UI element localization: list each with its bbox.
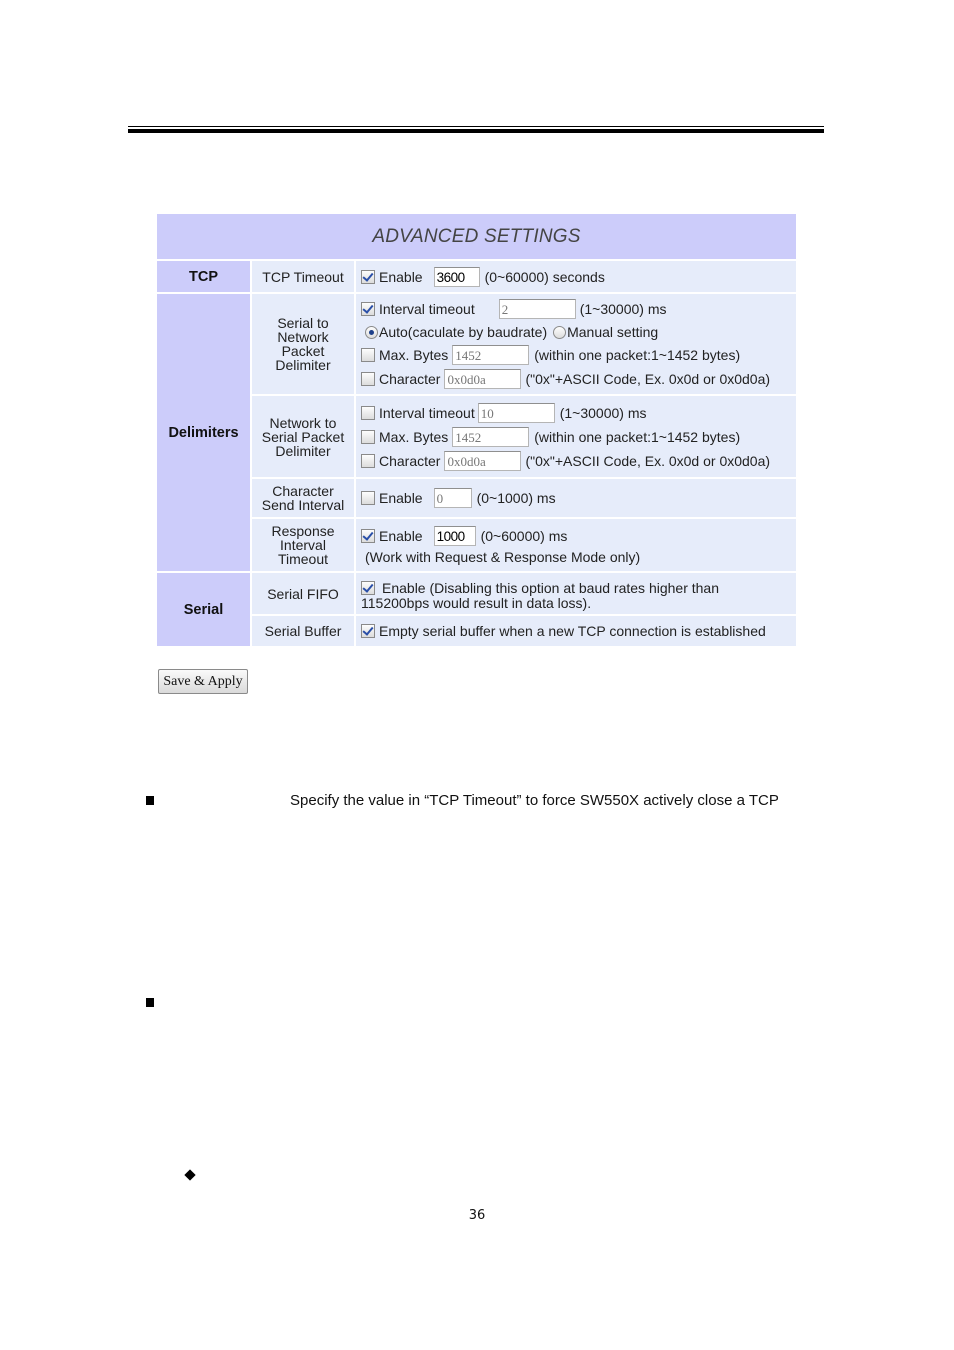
label-line: Send Interval	[261, 497, 345, 513]
n2s-character-checkbox[interactable]	[361, 453, 375, 468]
tcp-timeout-label: TCP Timeout	[252, 261, 354, 292]
tcp-timeout-enable-label: Enable	[379, 268, 423, 285]
label-line: Delimiter	[275, 357, 331, 373]
n2s-max-bytes-input[interactable]: 1452	[452, 426, 530, 447]
response-interval-enable-label: Enable	[379, 528, 423, 544]
network-to-serial-cell: Interval timeout 10 (1~30000) ms Max. By…	[356, 396, 796, 477]
n2s-max-bytes-checkbox[interactable]	[361, 429, 375, 444]
serial-to-network-cell: Interval timeout 2 (1~30000) ms Auto(cac…	[356, 294, 796, 394]
square-bullet-icon	[146, 998, 154, 1007]
serial-fifo-checkbox[interactable]	[361, 580, 375, 595]
s2n-manual-label: Manual setting	[567, 324, 659, 340]
label-line: Packet	[281, 343, 325, 359]
s2n-max-bytes-input[interactable]: 1452	[452, 345, 530, 365]
response-interval-cell: Enable 1000 (0~60000) ms (Work with Requ…	[356, 519, 796, 571]
label-line: Delimiter	[275, 442, 331, 459]
label-line: Serial Packet	[261, 428, 345, 445]
s2n-interval-timeout-checkbox[interactable]	[361, 302, 375, 316]
s2n-character-hint: ("0x"+ASCII Code, Ex. 0x0d or 0x0d0a)	[525, 371, 771, 387]
n2s-interval-timeout-label: Interval timeout	[379, 404, 475, 421]
panel-title: ADVANCED SETTINGS	[157, 214, 796, 259]
serial-buffer-cell: Empty serial buffer when a new TCP conne…	[356, 616, 796, 646]
s2n-manual-radio[interactable]	[553, 325, 567, 339]
s2n-max-bytes-checkbox[interactable]	[361, 348, 375, 362]
square-bullet-icon	[146, 796, 154, 805]
serial-buffer-text: Empty serial buffer when a new TCP conne…	[379, 623, 766, 639]
serial-to-network-label: Serial to Network Packet Delimiter	[252, 294, 354, 394]
header-rule-thick	[128, 129, 824, 133]
tcp-timeout-enable-checkbox[interactable]	[361, 269, 375, 284]
char-send-interval-enable-label: Enable	[379, 490, 423, 506]
char-send-interval-input[interactable]: 0	[433, 488, 472, 508]
label-line: Serial to	[277, 315, 329, 331]
tcp-timeout-cell: Enable 3600 (0~60000) seconds	[356, 261, 796, 292]
n2s-max-bytes-label: Max. Bytes	[379, 428, 449, 445]
save-apply-button[interactable]: Save & Apply	[158, 669, 248, 694]
s2n-auto-label: Auto(caculate by baudrate)	[379, 324, 548, 340]
s2n-interval-timeout-range: (1~30000) ms	[579, 301, 667, 317]
s2n-auto-radio[interactable]	[365, 325, 378, 339]
serial-fifo-label: Serial FIFO	[252, 573, 354, 614]
page-number: 36	[468, 1208, 486, 1223]
n2s-interval-timeout-input[interactable]: 10	[477, 402, 555, 423]
n2s-max-bytes-hint: (within one packet:1~1452 bytes)	[534, 428, 741, 445]
s2n-max-bytes-label: Max. Bytes	[379, 347, 449, 363]
s2n-max-bytes-hint: (within one packet:1~1452 bytes)	[534, 347, 741, 363]
response-interval-note: (Work with Request & Response Mode only)	[365, 548, 641, 565]
serial-fifo-text-line2: 115200bps would result in data loss).	[361, 594, 592, 611]
label-line: Network	[277, 329, 329, 345]
response-interval-checkbox[interactable]	[361, 529, 375, 543]
n2s-interval-timeout-checkbox[interactable]	[361, 405, 375, 420]
n2s-character-input[interactable]: 0x0d0a	[444, 450, 522, 471]
advanced-settings-table: ADVANCED SETTINGS TCP TCP Timeout Enable…	[155, 212, 798, 648]
n2s-character-hint: ("0x"+ASCII Code, Ex. 0x0d or 0x0d0a)	[525, 452, 771, 469]
s2n-character-checkbox[interactable]	[361, 372, 375, 386]
serial-fifo-cell: Enable (Disabling this option at baud ra…	[356, 573, 796, 614]
s2n-interval-timeout-label: Interval timeout	[379, 301, 475, 317]
tcp-timeout-description: Specify the value in “TCP Timeout” to fo…	[290, 792, 779, 809]
n2s-interval-timeout-range: (1~30000) ms	[559, 404, 647, 421]
char-send-interval-label: Character Send Interval	[252, 479, 354, 517]
char-send-interval-cell: Enable 0 (0~1000) ms	[356, 479, 796, 517]
label-line: Interval	[280, 537, 326, 553]
section-serial: Serial	[157, 573, 250, 646]
tcp-timeout-input[interactable]: 3600	[433, 266, 480, 287]
char-send-interval-checkbox[interactable]	[361, 491, 375, 505]
label-line: Response	[271, 523, 335, 539]
s2n-character-input[interactable]: 0x0d0a	[444, 369, 522, 389]
s2n-interval-timeout-input[interactable]: 2	[498, 299, 576, 319]
s2n-character-label: Character	[379, 371, 441, 387]
network-to-serial-label: Network to Serial Packet Delimiter	[252, 396, 354, 477]
label-line: Timeout	[277, 551, 329, 567]
header-rule-thin	[128, 126, 824, 127]
tcp-timeout-range: (0~60000) seconds	[484, 268, 605, 285]
label-line: Character	[272, 483, 334, 499]
advanced-settings-panel: ADVANCED SETTINGS TCP TCP Timeout Enable…	[157, 214, 798, 648]
n2s-character-label: Character	[379, 452, 441, 469]
serial-buffer-checkbox[interactable]	[361, 624, 375, 638]
char-send-interval-range: (0~1000) ms	[476, 490, 556, 506]
serial-buffer-label: Serial Buffer	[252, 616, 354, 646]
serial-fifo-text-line1: Enable (Disabling this option at baud ra…	[382, 579, 719, 596]
diamond-bullet-icon	[184, 1169, 196, 1181]
section-tcp: TCP	[157, 261, 250, 292]
label-line: Network to	[269, 414, 337, 431]
response-interval-label: Response Interval Timeout	[252, 519, 354, 571]
response-interval-input[interactable]: 1000	[433, 526, 476, 546]
response-interval-range: (0~60000) ms	[480, 528, 568, 544]
section-delimiters: Delimiters	[157, 294, 250, 571]
